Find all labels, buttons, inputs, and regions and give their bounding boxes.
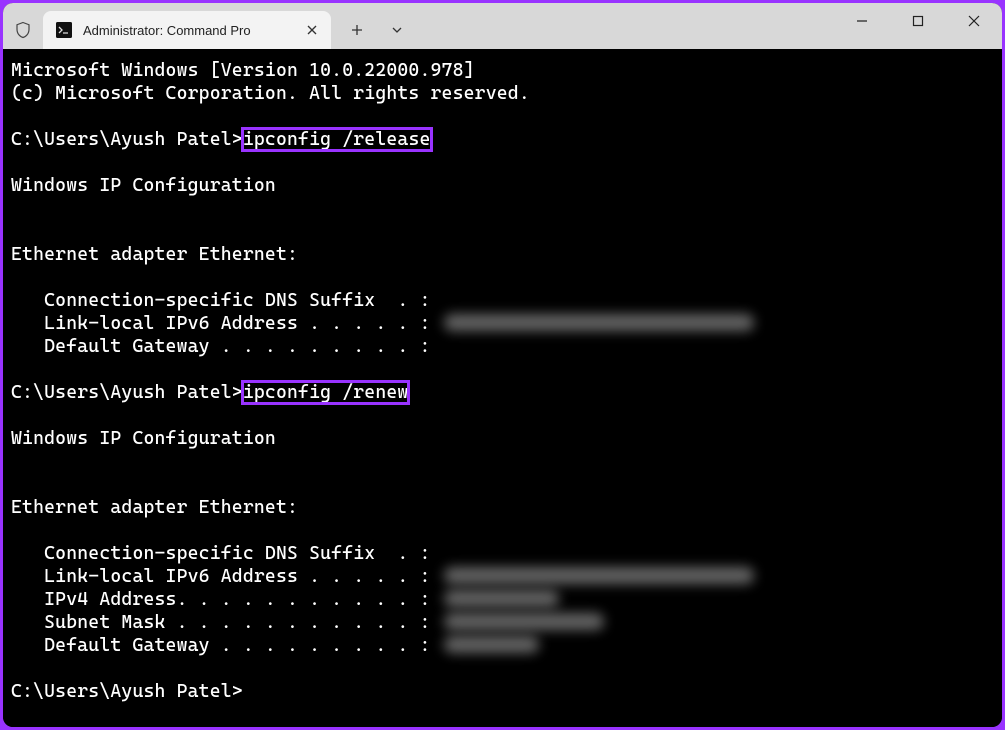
close-tab-icon[interactable] [303,21,321,39]
adapter-header: Ethernet adapter Ethernet: [11,497,298,518]
blurred-subnet-value [444,613,604,630]
minimize-button[interactable] [834,3,890,39]
default-gateway-label: Default Gateway . . . . . . . . . : [11,635,442,656]
link-local-ipv6-label: Link-local IPv6 Address . . . . . : [11,313,442,334]
link-local-ipv6-label: Link-local IPv6 Address . . . . . : [11,566,442,587]
prompt-path: C:\Users\Ayush Patel> [11,382,243,403]
terminal-icon [55,21,73,39]
blurred-ipv6-value [444,567,754,584]
ipv4-address-label: IPv4 Address. . . . . . . . . . . : [11,589,442,610]
banner-line: (c) Microsoft Corporation. All rights re… [11,83,530,104]
prompt-path: C:\Users\Ayush Patel> [11,129,243,150]
uac-shield-icon [3,3,43,49]
maximize-button[interactable] [890,3,946,39]
new-tab-button[interactable] [339,15,375,45]
dns-suffix-label: Connection-specific DNS Suffix . : [11,543,431,564]
blurred-ipv6-value [444,314,754,331]
close-window-button[interactable] [946,3,1002,39]
command-prompt-window: Administrator: Command Pro [3,3,1002,727]
window-controls [834,3,1002,39]
dns-suffix-label: Connection-specific DNS Suffix . : [11,290,431,311]
terminal-output[interactable]: Microsoft Windows [Version 10.0.22000.97… [3,49,1002,727]
banner-line: Microsoft Windows [Version 10.0.22000.97… [11,60,475,81]
default-gateway-label: Default Gateway . . . . . . . . . : [11,336,431,357]
blurred-gateway-value [444,636,539,653]
section-header: Windows IP Configuration [11,428,276,449]
command-ipconfig-renew: ipconfig /renew [243,382,409,403]
tab-command-prompt[interactable]: Administrator: Command Pro [43,11,331,49]
titlebar: Administrator: Command Pro [3,3,1002,49]
tab-dropdown-button[interactable] [379,15,415,45]
subnet-mask-label: Subnet Mask . . . . . . . . . . . : [11,612,442,633]
blurred-ipv4-value [444,590,559,607]
adapter-header: Ethernet adapter Ethernet: [11,244,298,265]
prompt-path: C:\Users\Ayush Patel> [11,681,243,702]
tab-title: Administrator: Command Pro [83,23,293,38]
section-header: Windows IP Configuration [11,175,276,196]
tab-actions [331,3,415,49]
command-ipconfig-release: ipconfig /release [243,129,431,150]
